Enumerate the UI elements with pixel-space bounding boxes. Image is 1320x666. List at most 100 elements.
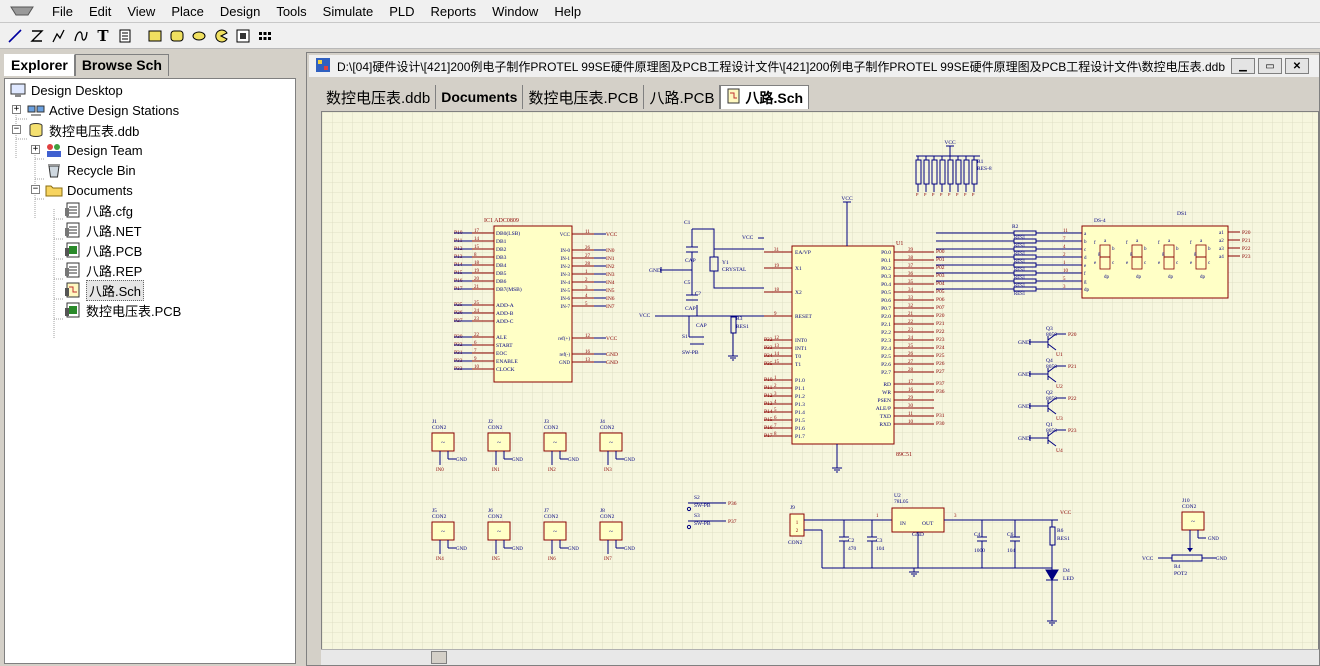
menu-simulate[interactable]: Simulate — [315, 0, 382, 23]
net-label: GND — [1208, 537, 1219, 542]
menu-view[interactable]: View — [119, 0, 163, 23]
schematic-sheet[interactable]: IC1 ADC0809 17 DB0(LSB) P10 14 DB1 P11 15 DB2 P12… — [321, 111, 1319, 651]
pin-name: IN-7 — [561, 305, 571, 310]
net-label: GND — [1018, 436, 1030, 442]
pen-icon[interactable] — [48, 25, 70, 47]
menu-help[interactable]: Help — [546, 0, 589, 23]
pin-name: X1 — [795, 266, 802, 272]
connector-symbol: ~ — [609, 528, 613, 536]
app-menu-icon[interactable] — [0, 0, 44, 23]
tab-explorer[interactable]: Explorer — [4, 54, 75, 76]
pin-number: 14 — [774, 352, 780, 357]
pin-name: IN — [900, 521, 906, 527]
tree-item-file-pcb2[interactable]: 数控电压表.PCB — [64, 300, 181, 320]
menu-tools[interactable]: Tools — [268, 0, 314, 23]
tab-ddb[interactable]: 数控电压表.ddb — [321, 85, 437, 109]
minimize-button[interactable]: ▁ — [1231, 58, 1255, 74]
pin-name: X2 — [795, 290, 802, 296]
text-icon[interactable]: T — [92, 25, 114, 47]
menu-file[interactable]: File — [44, 0, 81, 23]
net-label: P03 — [936, 273, 945, 279]
tree-item-file-sch[interactable]: 八路.Sch — [64, 279, 145, 301]
bezier-icon[interactable] — [70, 25, 92, 47]
net-label: P06 — [936, 297, 945, 303]
pin-number: 12 — [774, 336, 780, 341]
pin-name: WR — [882, 390, 891, 396]
pin-number: 38 — [908, 256, 914, 261]
tree-item-design-team[interactable]: Design Team — [45, 140, 143, 160]
graphic-icon[interactable] — [232, 25, 254, 47]
expand-toggle[interactable]: + — [31, 145, 40, 154]
pin-name: P0.1 — [881, 258, 891, 264]
pin-number: 13 — [774, 344, 780, 349]
pin-name: EOC — [496, 351, 507, 357]
text-document-icon — [64, 262, 82, 278]
bus-icon[interactable] — [26, 25, 48, 47]
restore-button[interactable]: ▭ — [1258, 58, 1282, 74]
tree-item-documents[interactable]: Documents — [45, 180, 133, 200]
schematic-canvas[interactable]: IC1 ADC0809 17 DB0(LSB) P10 14 DB1 P11 15 DB2 P12… — [322, 112, 1319, 651]
text-document-icon — [64, 222, 82, 238]
net-label: IN3 — [604, 468, 612, 473]
component-part: CON2 — [488, 425, 503, 431]
pie-icon[interactable] — [210, 25, 232, 47]
menu-reports[interactable]: Reports — [423, 0, 485, 23]
menu-window[interactable]: Window — [484, 0, 546, 23]
tree-item-ddb[interactable]: 数控电压表.ddb — [27, 120, 139, 140]
menu-pld[interactable]: PLD — [381, 0, 422, 23]
pin-number: 10 — [1063, 269, 1069, 274]
pin-name: P2.7 — [881, 370, 891, 376]
rounded-rectangle-icon[interactable] — [166, 25, 188, 47]
component-part: CON2 — [544, 425, 559, 431]
drawing-toolbar: T — [0, 23, 1320, 49]
pin-name: RXD — [879, 422, 891, 428]
pin-name: DB0(LSB) — [496, 230, 520, 237]
component-ref: C2 — [848, 538, 855, 544]
explorer-tree: Design Desktop + Active Design Stations … — [4, 78, 296, 664]
document-title-icon — [315, 57, 331, 76]
text-frame-icon[interactable] — [114, 25, 136, 47]
net-label: IN6 — [548, 557, 556, 562]
scrollbar-thumb[interactable] — [431, 651, 447, 664]
tab-pcb[interactable]: 八路.PCB — [644, 85, 721, 109]
collapse-toggle[interactable]: − — [31, 185, 40, 194]
component-value: CRYSTAL — [722, 267, 747, 273]
menu-design[interactable]: Design — [212, 0, 268, 23]
horizontal-scrollbar[interactable] — [321, 649, 1319, 665]
tab-documents[interactable]: Documents — [436, 85, 524, 109]
pin-number: 33 — [908, 296, 914, 301]
pin-number: 15 — [474, 245, 480, 250]
menu-edit[interactable]: Edit — [81, 0, 119, 23]
tree-item-recycle-bin[interactable]: Recycle Bin — [45, 160, 136, 180]
pin-number: 25 — [908, 344, 914, 349]
close-button[interactable]: ✕ — [1285, 58, 1309, 74]
net-label: P12 — [764, 393, 773, 399]
collapse-toggle[interactable]: − — [12, 125, 21, 134]
pin-name: P1.0 — [795, 378, 805, 384]
ellipse-icon[interactable] — [188, 25, 210, 47]
tree-item-file-cfg[interactable]: 八路.cfg — [64, 200, 133, 220]
component-ref: C5 — [684, 280, 691, 286]
tree-item-active-stations[interactable]: Active Design Stations — [27, 100, 179, 120]
segment-label: dp — [1136, 275, 1142, 280]
component-ref: C1 — [684, 220, 691, 226]
tree-item-file-rep[interactable]: 八路.REP — [64, 260, 142, 280]
tab-pcb-main[interactable]: 数控电压表.PCB — [523, 85, 645, 109]
expand-toggle[interactable]: + — [12, 105, 21, 114]
pin-name: DB1 — [496, 239, 507, 245]
menu-place[interactable]: Place — [163, 0, 212, 23]
net-label: P20 — [1068, 332, 1077, 338]
tab-browse-sch[interactable]: Browse Sch — [74, 54, 169, 76]
pin-name: P1.7 — [795, 434, 805, 440]
connector-symbol: ~ — [497, 439, 501, 447]
rectangle-icon[interactable] — [144, 25, 166, 47]
line-icon[interactable] — [4, 25, 26, 47]
array-icon[interactable] — [254, 25, 276, 47]
tree-item-file-pcb[interactable]: 八路.PCB — [64, 240, 142, 260]
tree-item-file-net[interactable]: 八路.NET — [64, 220, 142, 240]
tab-sch[interactable]: 八路.Sch — [720, 85, 810, 109]
pin-name: P2.1 — [881, 322, 891, 328]
folder-icon — [45, 182, 63, 198]
tree-item-design-desktop[interactable]: Design Desktop — [9, 80, 123, 100]
net-label: P22 — [1068, 396, 1077, 402]
